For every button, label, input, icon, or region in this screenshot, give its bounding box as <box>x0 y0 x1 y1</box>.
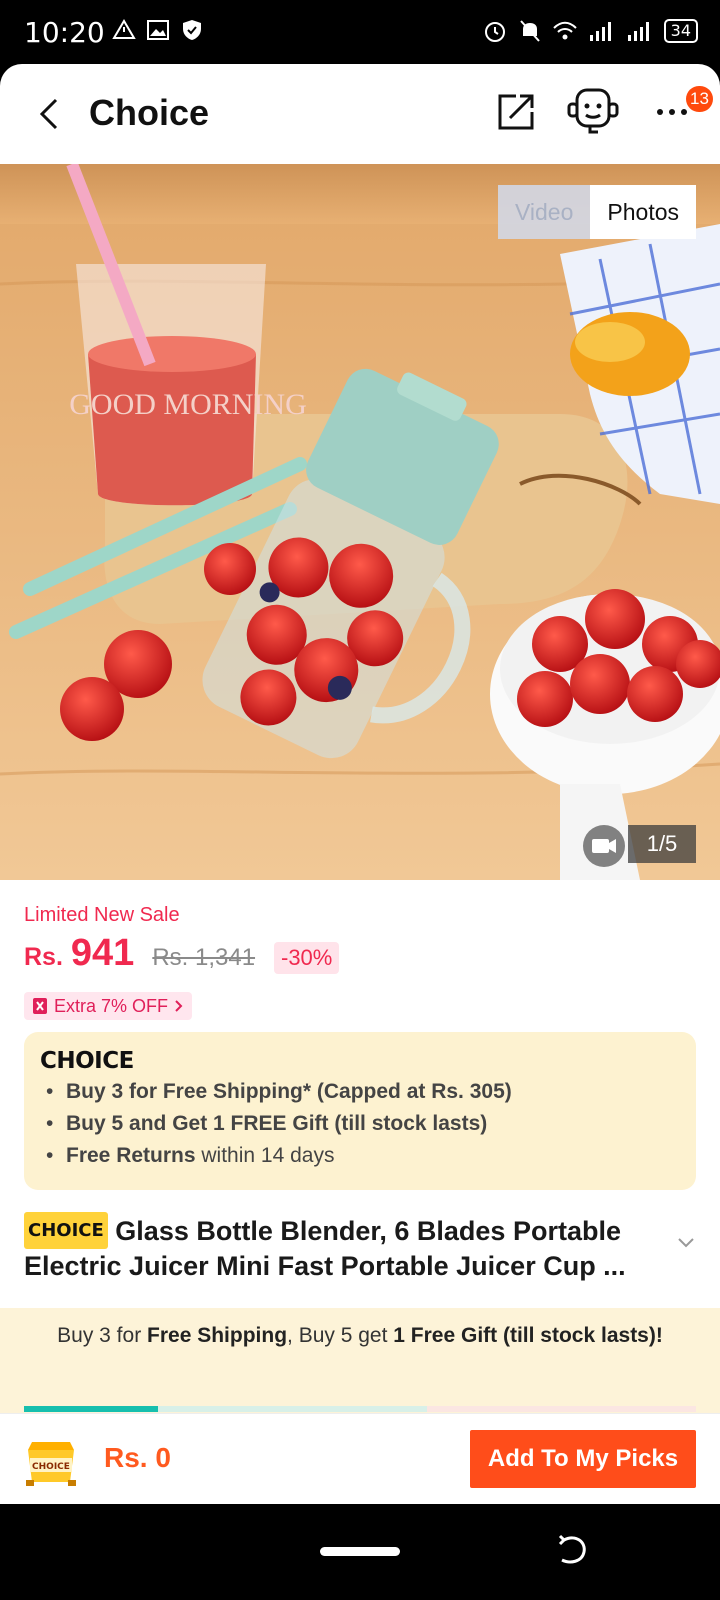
promo-text-part: , Buy 5 get <box>287 1324 394 1347</box>
perk-text: within 14 days <box>195 1144 335 1167</box>
promo-progress-bar <box>24 1406 696 1412</box>
price-currency: Rs. <box>24 943 63 971</box>
system-nav-bar <box>0 1504 720 1600</box>
coupon-icon <box>33 998 47 1014</box>
glass-text-good: GOOD MORNING <box>69 388 307 421</box>
choice-tag: CHOICE <box>24 1212 108 1249</box>
bottom-action-bar: CHOICE Rs. 0 Add To My Picks <box>0 1413 720 1504</box>
home-gesture-bar[interactable] <box>320 1547 400 1556</box>
notification-badge: 13 <box>686 86 713 112</box>
picks-total: Rs. 0 <box>104 1442 171 1473</box>
media-type-toggle: Video Photos <box>497 185 696 239</box>
bullet: • <box>46 1080 54 1103</box>
promo-text-part: Buy 3 for <box>57 1324 148 1347</box>
video-camera-icon <box>592 839 616 853</box>
screen: 10:20 34 Choice 13 GOOD MORNING Video Ph… <box>0 0 720 1600</box>
perk-text: Buy 5 and Get 1 FREE Gift (till stock la… <box>66 1112 488 1135</box>
product-photo: GOOD MORNING <box>0 164 720 880</box>
image-icon <box>147 20 169 40</box>
image-counter: 1/5 <box>628 825 696 863</box>
battery-indicator: 34 <box>663 19 698 43</box>
app-header: Choice 13 <box>0 64 720 164</box>
coupon-label: Extra 7% OFF <box>54 996 169 1016</box>
progress-track-end <box>427 1406 696 1412</box>
status-notification-icons <box>112 18 204 42</box>
perk-free-returns: • Free Returns within 14 days <box>46 1144 334 1168</box>
wifi-icon <box>552 21 577 40</box>
cart-label: CHOICE <box>32 1462 70 1472</box>
promo-text: Buy 3 for Free Shipping, Buy 5 get 1 Fre… <box>40 1324 680 1348</box>
perk-text-bold: Free Returns <box>66 1144 196 1167</box>
price-row: Rs. 941 Rs. 1,341 <box>24 932 255 982</box>
status-time: 10:20 <box>24 16 105 49</box>
signal-icon-2 <box>627 22 649 41</box>
mute-bell-icon <box>519 20 540 42</box>
price-value: 941 <box>70 932 135 974</box>
shield-icon <box>183 20 201 40</box>
choice-logo: CHOICE <box>40 1048 134 1074</box>
play-video-button[interactable] <box>583 825 625 867</box>
customer-service-icon[interactable] <box>566 86 620 136</box>
progress-fill <box>24 1406 158 1412</box>
progress-track-mid <box>158 1406 427 1412</box>
add-to-picks-button[interactable]: Add To My Picks <box>470 1430 696 1488</box>
status-system-icons: 34 <box>482 18 698 44</box>
perk-free-gift: • Buy 5 and Get 1 FREE Gift (till stock l… <box>46 1112 487 1136</box>
coupon-chip[interactable]: Extra 7% OFF <box>24 992 193 1020</box>
product-title-line1: Glass Bottle Blender, 6 Blades Portable <box>115 1216 621 1246</box>
choice-benefits-box[interactable]: CHOICE • Buy 3 for Free Shipping* (Capped… <box>24 1032 696 1190</box>
alarm-icon <box>484 22 505 42</box>
back-arrow-icon[interactable] <box>30 92 70 136</box>
signal-icon <box>589 22 611 41</box>
product-image-gallery[interactable]: GOOD MORNING Video Photos 1/5 <box>0 164 720 880</box>
product-title-line2: Electric Juicer Mini Fast Portable Juice… <box>24 1251 626 1281</box>
original-price: Rs. 1,341 <box>152 944 256 971</box>
product-page: Choice 13 GOOD MORNING Video Photos 1/5 … <box>0 64 720 1504</box>
perk-free-shipping: • Buy 3 for Free Shipping* (Capped at Rs.… <box>46 1080 512 1104</box>
sale-label: Limited New Sale <box>24 904 180 926</box>
warning-icon <box>112 19 136 39</box>
promo-text-bold: Free Shipping <box>147 1324 288 1347</box>
choice-cart-icon[interactable]: CHOICE <box>22 1432 80 1488</box>
tab-video[interactable]: Video <box>497 185 591 239</box>
rotate-icon[interactable] <box>556 1532 588 1568</box>
page-title: Choice <box>89 92 210 133</box>
bullet: • <box>46 1112 54 1135</box>
product-title[interactable]: CHOICE Glass Bottle Blender, 6 Blades Po… <box>24 1212 674 1284</box>
bullet: • <box>46 1144 54 1167</box>
status-bar: 10:20 34 <box>0 0 720 64</box>
chevron-down-icon[interactable] <box>676 1236 696 1250</box>
promo-text-bold: 1 Free Gift (till stock lasts)! <box>393 1324 663 1347</box>
chevron-right-icon <box>175 1000 183 1012</box>
discount-badge: -30% <box>274 942 340 974</box>
share-icon[interactable] <box>494 90 538 134</box>
perk-text: Buy 3 for Free Shipping* (Capped at Rs. … <box>66 1080 512 1103</box>
tab-photos[interactable]: Photos <box>590 185 696 239</box>
